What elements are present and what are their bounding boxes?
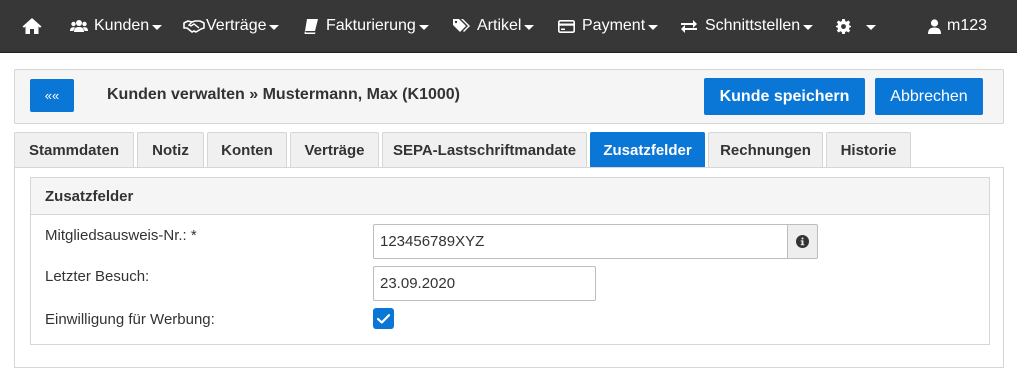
tab-stammdaten[interactable]: Stammdaten xyxy=(14,132,134,168)
credit-card-icon xyxy=(558,19,575,33)
tab-sepa-lastschriftmandate[interactable]: SEPA-Lastschriftmandate xyxy=(382,132,587,168)
info-icon xyxy=(796,235,809,248)
users-icon xyxy=(70,19,88,33)
nav-user[interactable]: m123 xyxy=(928,0,987,53)
top-navbar: Kunden Verträge Fakturierung Artikel Pay… xyxy=(0,0,1017,53)
chevron-down-icon xyxy=(418,24,429,30)
nav-payment-label: Payment xyxy=(582,17,646,34)
tab-rechnungen[interactable]: Rechnungen xyxy=(708,132,823,168)
nav-schnittstellen-label: Schnittstellen xyxy=(705,17,801,34)
advertising-consent-label: Einwilligung für Werbung: xyxy=(45,311,215,328)
last-visit-input[interactable]: 23.09.2020 xyxy=(373,266,596,301)
chevron-down-icon xyxy=(524,24,535,30)
member-card-input-group: 123456789XYZ xyxy=(373,224,818,259)
nav-kunden[interactable]: Kunden xyxy=(70,0,163,53)
chevron-down-icon xyxy=(648,24,659,30)
tab-zusatzfelder[interactable]: Zusatzfelder xyxy=(590,132,705,168)
handshake-icon xyxy=(183,19,205,33)
checkmark-icon xyxy=(377,313,390,324)
gear-icon xyxy=(836,18,851,34)
chevron-down-icon xyxy=(152,24,163,30)
tab-content: Zusatzfelder Mitgliedsausweis-Nr.: * 123… xyxy=(14,167,1004,368)
tab-konten[interactable]: Konten xyxy=(207,132,287,168)
nav-artikel-label: Artikel xyxy=(477,17,522,34)
back-button[interactable]: «« xyxy=(30,79,74,112)
home-icon xyxy=(22,17,42,35)
nav-schnittstellen[interactable]: Schnittstellen xyxy=(681,0,814,53)
home-link[interactable] xyxy=(22,0,42,53)
page-header: «« Kunden verwalten » Mustermann, Max (K… xyxy=(14,69,1004,124)
save-customer-button[interactable]: Kunde speichern xyxy=(704,78,865,115)
nav-fakturierung-label: Fakturierung xyxy=(326,17,416,34)
tab-historie[interactable]: Historie xyxy=(826,132,911,168)
cancel-button[interactable]: Abbrechen xyxy=(875,78,983,115)
nav-artikel[interactable]: Artikel xyxy=(453,0,535,53)
chevron-down-icon xyxy=(803,24,814,30)
page-title: Kunden verwalten » Mustermann, Max (K100… xyxy=(107,86,460,103)
zusatzfelder-panel: Zusatzfelder Mitgliedsausweis-Nr.: * 123… xyxy=(30,177,990,345)
user-icon xyxy=(928,18,941,34)
member-card-label: Mitgliedsausweis-Nr.: * xyxy=(45,227,197,244)
tab-notiz[interactable]: Notiz xyxy=(137,132,204,168)
member-card-input[interactable]: 123456789XYZ xyxy=(373,224,788,259)
nav-vertraege[interactable]: Verträge xyxy=(183,0,280,53)
nav-vertraege-label: Verträge xyxy=(206,17,267,34)
nav-payment[interactable]: Payment xyxy=(558,0,659,53)
exchange-icon xyxy=(681,19,697,33)
advertising-consent-checkbox[interactable] xyxy=(373,308,394,329)
chevron-down-icon xyxy=(866,24,876,30)
tab-vertraege[interactable]: Verträge xyxy=(290,132,379,168)
nav-fakturierung[interactable]: Fakturierung xyxy=(304,0,429,53)
user-name: m123 xyxy=(947,17,988,34)
panel-heading: Zusatzfelder xyxy=(31,178,989,215)
last-visit-label: Letzter Besuch: xyxy=(45,268,150,285)
nav-settings[interactable] xyxy=(836,0,876,53)
book-icon xyxy=(304,18,318,34)
info-button[interactable] xyxy=(788,224,818,259)
tags-icon xyxy=(453,18,470,34)
chevron-down-icon xyxy=(269,24,280,30)
panel-title: Zusatzfelder xyxy=(45,188,134,205)
nav-kunden-label: Kunden xyxy=(94,17,150,34)
